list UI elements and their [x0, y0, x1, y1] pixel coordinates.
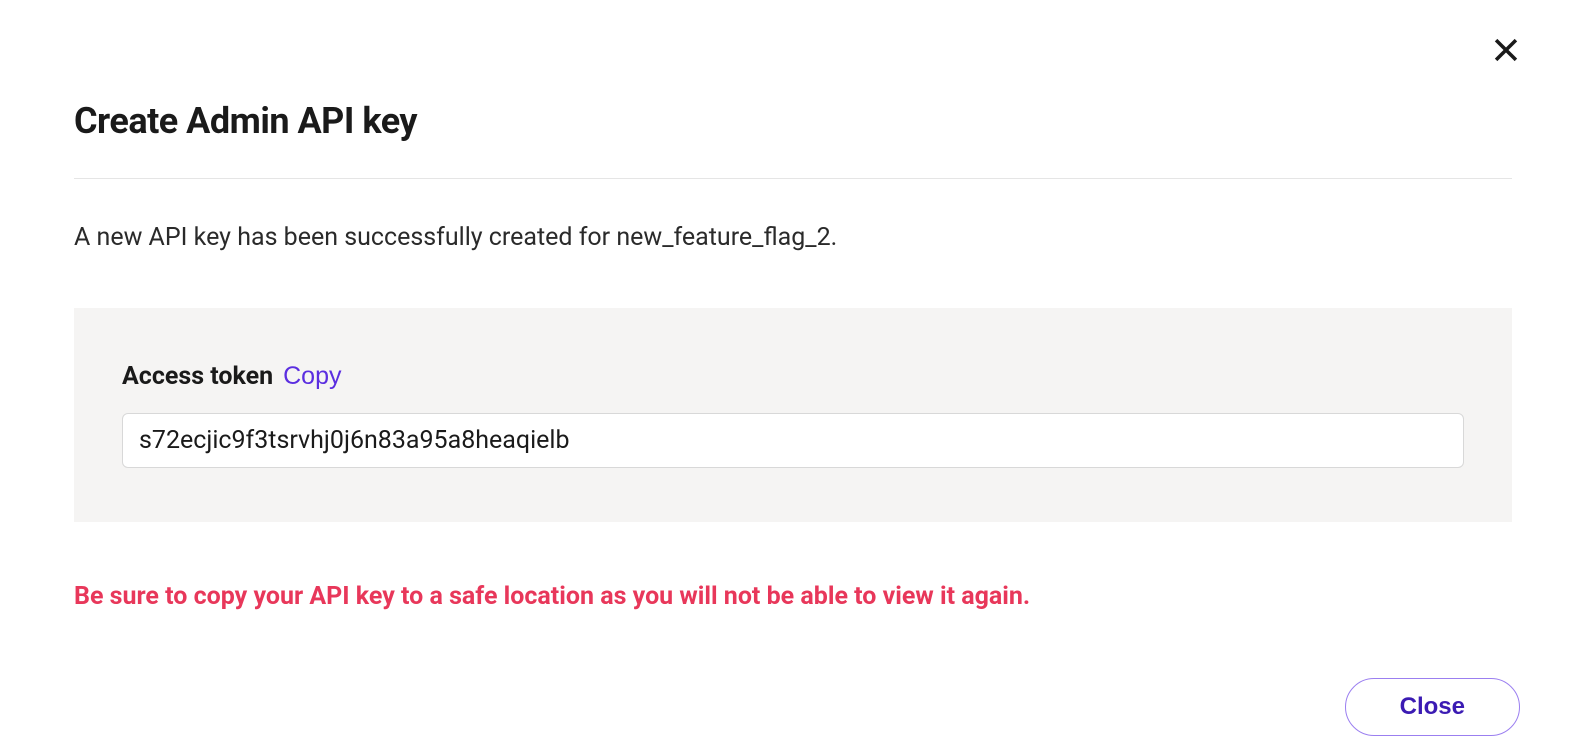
access-token-input[interactable]: [122, 413, 1464, 468]
close-icon-button[interactable]: [1486, 30, 1526, 70]
access-token-label: Access token: [122, 362, 273, 391]
divider: [74, 178, 1512, 179]
modal-container: Create Admin API key A new API key has b…: [0, 0, 1586, 611]
copy-button[interactable]: Copy: [283, 362, 341, 391]
success-message: A new API key has been successfully crea…: [74, 223, 1512, 252]
access-token-label-row: Access token Copy: [122, 362, 1464, 391]
modal-title: Create Admin API key: [74, 100, 1512, 142]
close-icon: [1489, 33, 1523, 67]
close-button[interactable]: Close: [1345, 678, 1520, 736]
modal-footer: Close: [1345, 678, 1520, 736]
warning-message: Be sure to copy your API key to a safe l…: [74, 582, 1512, 611]
access-token-panel: Access token Copy: [74, 308, 1512, 522]
